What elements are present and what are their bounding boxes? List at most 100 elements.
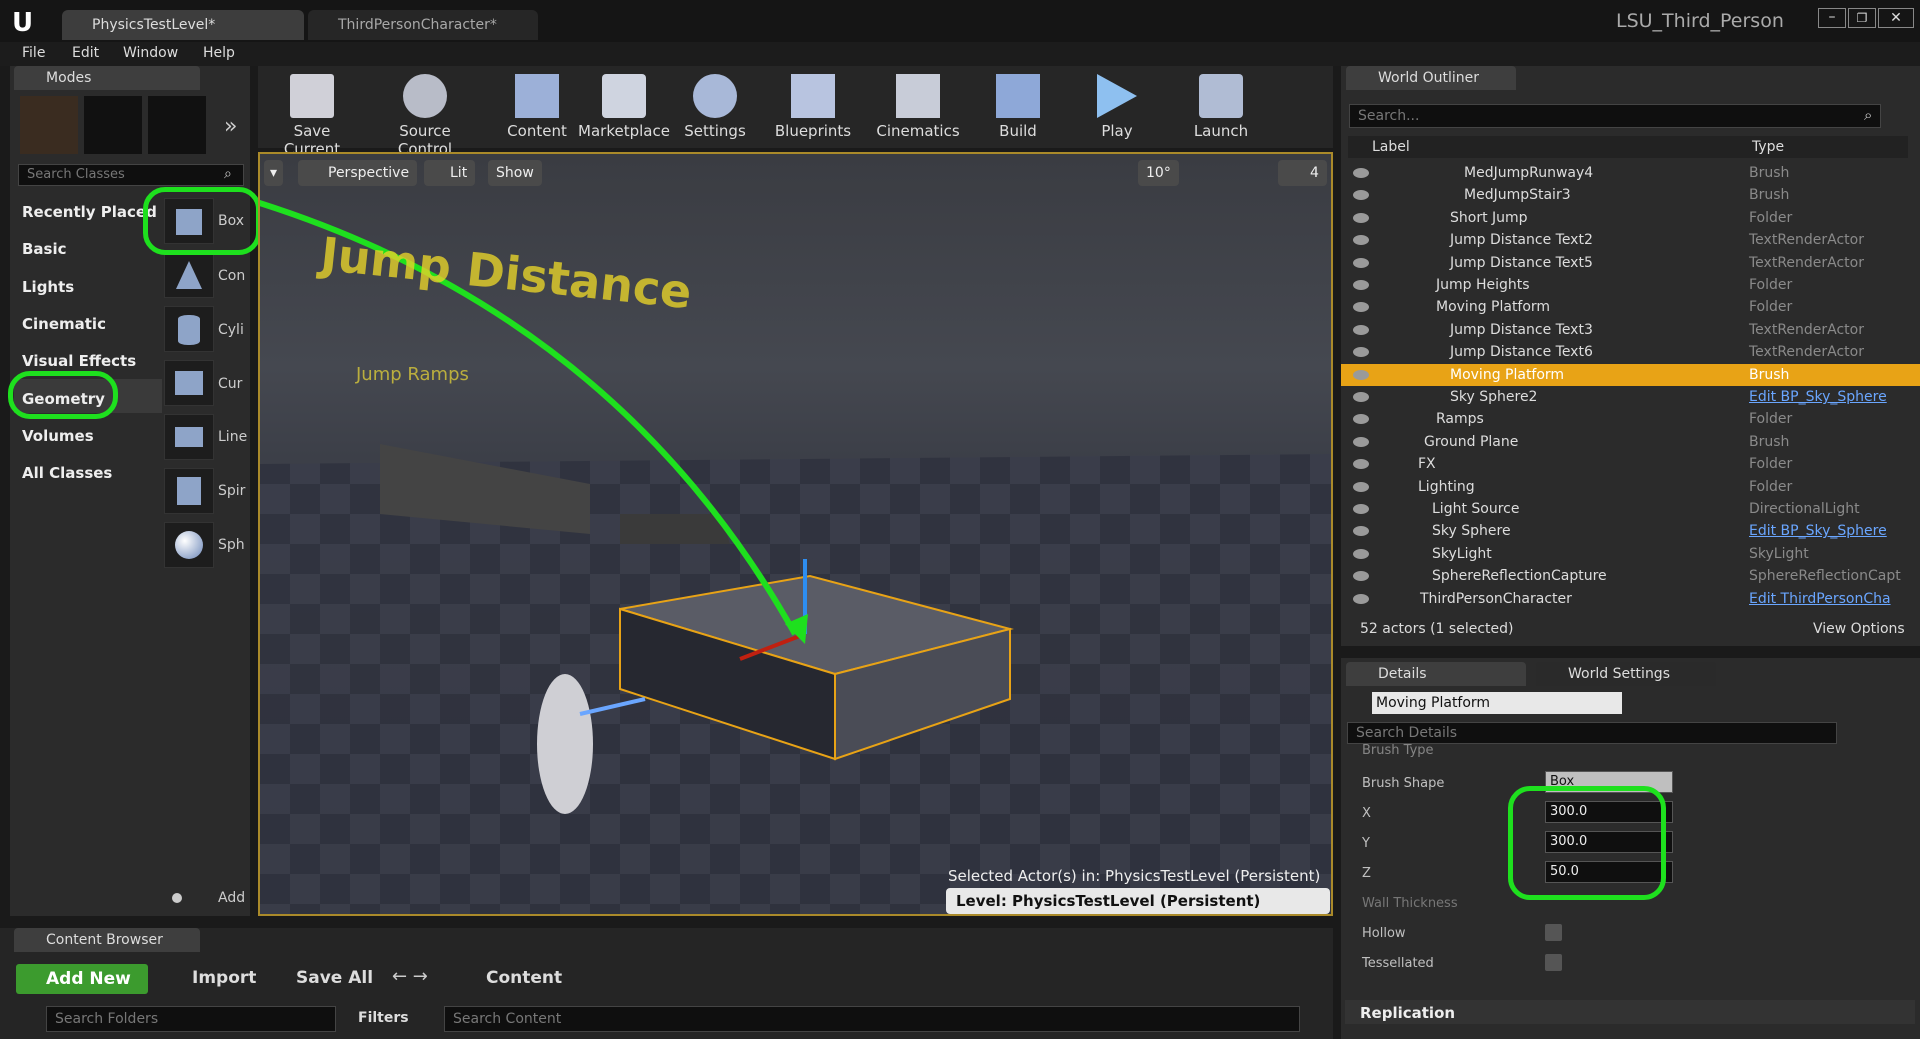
- edit-blueprint-link[interactable]: Edit BP_Sky_Sphere: [1749, 386, 1887, 408]
- type-column-header[interactable]: Type: [1752, 139, 1784, 155]
- world-settings-tab[interactable]: World Settings: [1536, 662, 1716, 686]
- visibility-eye-icon[interactable]: [1353, 459, 1369, 470]
- visibility-eye-icon[interactable]: [1353, 481, 1369, 492]
- visibility-eye-icon[interactable]: [1353, 168, 1369, 178]
- curved-stair-brush-item[interactable]: [164, 360, 214, 406]
- visibility-eye-icon[interactable]: [1353, 190, 1369, 201]
- menu-help[interactable]: Help: [203, 45, 235, 61]
- label-column-header[interactable]: Label: [1372, 139, 1410, 155]
- outliner-row[interactable]: Jump Distance Text6 TextRenderActor: [1341, 341, 1920, 363]
- outliner-row[interactable]: SphereReflectionCapture SphereReflectionC…: [1341, 565, 1920, 587]
- marketplace-button[interactable]: Marketplace: [578, 74, 670, 140]
- landscape-mode-button[interactable]: [148, 96, 206, 154]
- menu-edit[interactable]: Edit: [72, 45, 99, 61]
- visibility-eye-icon[interactable]: [1353, 324, 1369, 335]
- content-button[interactable]: Content: [502, 74, 572, 140]
- launch-button[interactable]: Launch: [1190, 74, 1252, 140]
- place-mode-button[interactable]: [20, 96, 78, 154]
- visibility-eye-icon[interactable]: [1353, 369, 1369, 380]
- outliner-row[interactable]: Moving Platform Folder: [1341, 296, 1920, 318]
- source-control-button[interactable]: Source Control: [370, 74, 480, 158]
- linear-stair-brush-item[interactable]: [164, 414, 214, 460]
- snap-angle-button[interactable]: 10°: [1138, 160, 1179, 186]
- show-button[interactable]: Show: [488, 160, 542, 186]
- category-volumes[interactable]: Volumes: [22, 427, 94, 445]
- outliner-row[interactable]: Jump Distance Text3 TextRenderActor: [1341, 319, 1920, 341]
- outliner-row[interactable]: Ground Plane Brush: [1341, 431, 1920, 453]
- blueprints-button[interactable]: Blueprints: [772, 74, 854, 140]
- outliner-row[interactable]: Jump Distance Text2 TextRenderActor: [1341, 229, 1920, 251]
- details-tab[interactable]: Details: [1346, 662, 1526, 686]
- add-new-button[interactable]: Add New: [16, 964, 148, 994]
- edit-blueprint-link[interactable]: Edit ThirdPersonCha: [1749, 588, 1891, 610]
- category-visual-effects[interactable]: Visual Effects: [22, 352, 136, 370]
- save-all-button[interactable]: Save All: [272, 968, 373, 988]
- spiral-stair-brush-item[interactable]: [164, 468, 214, 514]
- outliner-row[interactable]: Light Source DirectionalLight: [1341, 498, 1920, 520]
- actor-name-field[interactable]: Moving Platform: [1372, 692, 1622, 714]
- tessellated-checkbox[interactable]: [1545, 954, 1562, 971]
- outliner-row[interactable]: Lighting Folder: [1341, 476, 1920, 498]
- maximize-button[interactable]: ❐: [1848, 8, 1876, 28]
- category-basic[interactable]: Basic: [22, 240, 67, 258]
- outliner-row[interactable]: MedJumpRunway4 Brush: [1341, 162, 1920, 184]
- camera-speed-button[interactable]: 4: [1278, 160, 1327, 186]
- level-viewport[interactable]: Jump Distance Jump Ramps Selected Actor(…: [258, 152, 1333, 916]
- settings-button[interactable]: Settings: [680, 74, 750, 140]
- outliner-row[interactable]: Moving Platform Brush: [1341, 363, 1920, 386]
- more-modes-icon[interactable]: »: [224, 114, 237, 139]
- minimize-button[interactable]: –: [1818, 8, 1846, 28]
- visibility-eye-icon[interactable]: [1353, 257, 1369, 268]
- play-button[interactable]: Play: [1090, 74, 1144, 140]
- sphere-brush-item[interactable]: [164, 522, 214, 568]
- outliner-row[interactable]: Short Jump Folder: [1341, 207, 1920, 229]
- view-options-button[interactable]: View Options: [1813, 621, 1905, 637]
- add-label[interactable]: Add: [218, 890, 245, 906]
- import-button[interactable]: Import: [168, 968, 256, 988]
- cinematics-button[interactable]: Cinematics: [874, 74, 962, 140]
- unreal-logo-icon[interactable]: U: [12, 8, 33, 38]
- visibility-eye-icon[interactable]: [1353, 571, 1369, 582]
- modes-tab[interactable]: Modes: [14, 66, 200, 90]
- build-button[interactable]: Build: [990, 74, 1046, 140]
- outliner-row[interactable]: Ramps Folder: [1341, 408, 1920, 430]
- lit-button[interactable]: Lit: [424, 160, 476, 186]
- visibility-eye-icon[interactable]: [1353, 593, 1369, 604]
- outliner-row[interactable]: ThirdPersonCharacter Edit ThirdPersonCha: [1341, 588, 1920, 610]
- cylinder-brush-item[interactable]: [164, 306, 214, 352]
- visibility-eye-icon[interactable]: [1353, 414, 1369, 425]
- content-browser-tab[interactable]: Content Browser: [14, 928, 200, 952]
- save-current-button[interactable]: Save Current: [266, 74, 358, 158]
- search-details-input[interactable]: Search Details: [1347, 722, 1837, 744]
- tab-third-person-character[interactable]: ThirdPersonCharacter*: [308, 10, 538, 40]
- outliner-row[interactable]: Sky Sphere2 Edit BP_Sky_Sphere: [1341, 386, 1920, 408]
- back-forward-arrows-icon[interactable]: ← →: [392, 966, 428, 987]
- outliner-row[interactable]: FX Folder: [1341, 453, 1920, 475]
- world-outliner-tab[interactable]: World Outliner: [1346, 66, 1516, 90]
- outliner-row[interactable]: Sky Sphere Edit BP_Sky_Sphere: [1341, 520, 1920, 542]
- visibility-eye-icon[interactable]: [1353, 504, 1369, 514]
- edit-blueprint-link[interactable]: Edit BP_Sky_Sphere: [1749, 520, 1887, 542]
- visibility-eye-icon[interactable]: [1353, 548, 1369, 559]
- outliner-row[interactable]: SkyLight SkyLight: [1341, 543, 1920, 565]
- viewport-options-button[interactable]: ▾: [264, 160, 284, 186]
- category-lights[interactable]: Lights: [22, 278, 74, 296]
- visibility-eye-icon[interactable]: [1353, 302, 1369, 313]
- outliner-row[interactable]: Jump Distance Text5 TextRenderActor: [1341, 252, 1920, 274]
- category-all-classes[interactable]: All Classes: [22, 464, 112, 482]
- category-recently-placed[interactable]: Recently Placed: [22, 203, 157, 221]
- visibility-eye-icon[interactable]: [1353, 280, 1369, 290]
- paint-mode-button[interactable]: [84, 96, 142, 154]
- menu-window[interactable]: Window: [123, 45, 178, 61]
- visibility-eye-icon[interactable]: [1353, 526, 1369, 537]
- visibility-eye-icon[interactable]: [1353, 436, 1369, 447]
- menu-file[interactable]: File: [22, 45, 45, 61]
- outliner-row[interactable]: MedJumpStair3 Brush: [1341, 184, 1920, 206]
- perspective-button[interactable]: Perspective: [298, 160, 418, 186]
- content-path-breadcrumb[interactable]: Content: [460, 968, 562, 988]
- outliner-search-input[interactable]: Search...: [1349, 104, 1881, 128]
- visibility-eye-icon[interactable]: [1353, 392, 1369, 402]
- search-classes-input[interactable]: Search Classes: [18, 164, 244, 186]
- category-cinematic[interactable]: Cinematic: [22, 315, 106, 333]
- cone-brush-item[interactable]: [164, 252, 214, 298]
